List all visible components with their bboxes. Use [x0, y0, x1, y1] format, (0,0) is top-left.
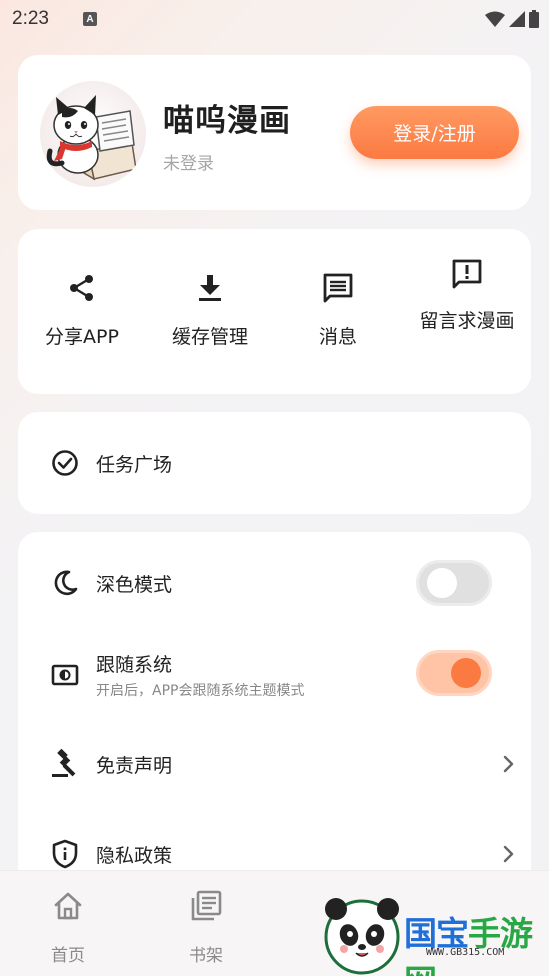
moon-icon [50, 568, 80, 598]
check-circle-icon [50, 448, 80, 478]
profile-card: 喵呜漫画 未登录 登录/注册 [18, 55, 531, 210]
bookshelf-icon [189, 889, 223, 923]
shield-info-icon [50, 839, 80, 869]
chevron-right-icon [503, 755, 514, 773]
login-register-button[interactable]: 登录/注册 [350, 106, 519, 159]
share-app-label: 分享APP [45, 326, 119, 348]
login-status: 未登录 [163, 154, 214, 174]
chevron-right-icon [503, 845, 514, 863]
task-plaza-row[interactable]: 任务广场 [18, 448, 531, 478]
panda-icon [324, 898, 400, 975]
task-plaza-label: 任务广场 [96, 453, 173, 476]
cat-reading-icon[interactable] [40, 81, 146, 187]
home-icon [51, 889, 85, 923]
toggle-knob [451, 658, 481, 688]
task-plaza-card[interactable]: 任务广场 [18, 412, 531, 514]
messages-label: 消息 [318, 326, 357, 348]
disclaimer-row[interactable]: 免责声明 [18, 749, 531, 779]
dark-mode-toggle[interactable] [416, 560, 492, 606]
gavel-icon [50, 749, 80, 779]
nav-home-label: 首页 [51, 946, 85, 966]
message-icon [321, 271, 355, 305]
feedback-icon [450, 257, 484, 291]
disclaimer-label: 免责声明 [96, 754, 173, 777]
nav-home[interactable]: 首页 [28, 889, 108, 966]
watermark-text: 国宝手游网 [404, 907, 549, 976]
share-app-button[interactable]: 分享APP [18, 229, 146, 394]
watermark-url: WWW.GB315.COM [426, 947, 505, 958]
share-icon [65, 271, 99, 305]
status-time: 2:23 [12, 8, 49, 29]
privacy-policy-row[interactable]: 隐私政策 [18, 839, 531, 869]
wifi-icon [485, 11, 505, 27]
status-indicators [485, 10, 539, 28]
signal-icon [509, 11, 525, 27]
request-comic-button[interactable]: 留言求漫画 [403, 229, 531, 394]
status-bar: 2:23 A [0, 0, 549, 38]
app-title: 喵呜漫画 [163, 103, 291, 139]
battery-icon [529, 10, 539, 28]
toggle-knob [427, 568, 457, 598]
nav-bookshelf-label: 书架 [189, 946, 223, 966]
notification-a-icon: A [82, 12, 97, 26]
cache-management-label: 缓存管理 [171, 326, 248, 348]
privacy-policy-label: 隐私政策 [96, 844, 173, 867]
dark-mode-label: 深色模式 [96, 573, 173, 596]
follow-system-label: 跟随系统 [96, 654, 173, 676]
cache-management-button[interactable]: 缓存管理 [146, 229, 274, 394]
follow-system-toggle[interactable] [416, 650, 492, 696]
request-comic-label: 留言求漫画 [419, 310, 515, 332]
messages-button[interactable]: 消息 [274, 229, 402, 394]
download-icon [193, 271, 227, 305]
watermark-logo: 国宝手游网 WWW.GB315.COM [322, 895, 549, 976]
nav-bookshelf[interactable]: 书架 [166, 889, 246, 966]
quick-actions-card: 分享APP 缓存管理 消息 留言求漫画 [18, 229, 531, 394]
theme-icon [50, 660, 80, 690]
follow-system-subtitle: 开启后，APP会跟随系统主题模式 [96, 683, 305, 699]
